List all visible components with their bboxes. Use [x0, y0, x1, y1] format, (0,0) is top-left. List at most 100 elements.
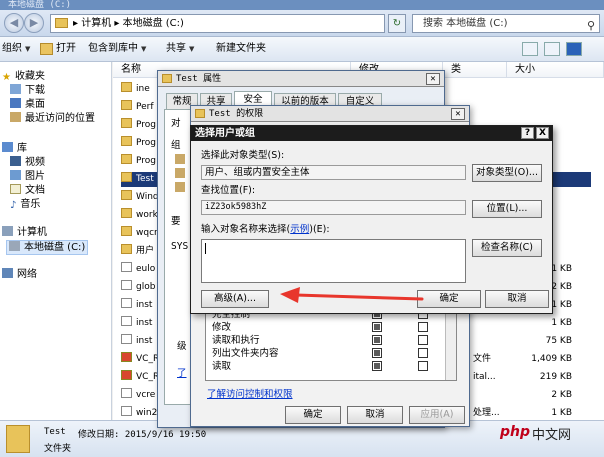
- breadcrumb-local-disk[interactable]: 本地磁盘 (C:): [123, 18, 184, 29]
- permissions-scrollbar[interactable]: [445, 312, 456, 380]
- file-icon: [121, 280, 132, 290]
- user-icon: [175, 154, 185, 164]
- close-icon[interactable]: X: [536, 127, 549, 139]
- back-button[interactable]: ◀: [4, 13, 24, 33]
- nav-desktop[interactable]: 桌面: [10, 98, 45, 111]
- document-icon: [10, 184, 21, 194]
- library-icon: [2, 142, 13, 152]
- address-field[interactable]: ▸ 计算机 ▸ 本地磁盘 (C:): [50, 14, 385, 33]
- open-button[interactable]: 打开: [56, 42, 76, 56]
- examples-link[interactable]: 示例: [290, 224, 309, 235]
- desktop-icon: [10, 98, 21, 108]
- window-title: 本地磁盘 (C:): [0, 0, 604, 10]
- file-name: Wind: [136, 192, 159, 202]
- properties-title: Test 属性: [176, 74, 222, 84]
- object-types-button[interactable]: 对象类型(O)...: [472, 164, 542, 182]
- file-name: eulo: [136, 264, 156, 274]
- new-folder-button[interactable]: 新建文件夹: [216, 42, 266, 56]
- file-name: inst: [136, 318, 153, 328]
- text-caret: [205, 243, 206, 254]
- help-icon[interactable]: ?: [521, 127, 534, 139]
- forward-button[interactable]: ▶: [24, 13, 44, 33]
- file-type: ital...: [473, 372, 496, 382]
- change-permissions-fragment: 要: [171, 216, 181, 227]
- download-icon: [10, 84, 21, 94]
- deny-checkbox[interactable]: [418, 348, 428, 358]
- nav-downloads[interactable]: 下载: [10, 84, 45, 97]
- location-label: 查找位置(F):: [201, 185, 256, 196]
- organize-button[interactable]: 组织 ▼: [2, 42, 30, 56]
- ok-button[interactable]: 确定: [285, 406, 341, 424]
- nav-favorites[interactable]: ★ 收藏夹: [2, 70, 45, 83]
- installer-icon: [121, 370, 132, 380]
- allow-checkbox[interactable]: [372, 322, 382, 332]
- breadcrumb-computer[interactable]: 计算机: [81, 18, 111, 29]
- file-icon: [121, 334, 132, 344]
- locations-button[interactable]: 位置(L)...: [472, 200, 542, 218]
- search-placeholder: 搜索 本地磁盘 (C:): [423, 18, 508, 29]
- allow-checkbox[interactable]: [372, 361, 382, 371]
- search-icon[interactable]: ⚲: [587, 17, 595, 34]
- address-bar-row: ◀ ▶ ▸ 计算机 ▸ 本地磁盘 (C:) ↻ 搜索 本地磁盘 (C:) ⚲: [0, 10, 604, 37]
- deny-checkbox[interactable]: [418, 322, 428, 332]
- arrow-shaft: [294, 293, 424, 301]
- permission-row: 列出文件夹内容: [212, 347, 279, 360]
- search-input[interactable]: 搜索 本地磁盘 (C:) ⚲: [412, 14, 600, 33]
- file-name: Test: [136, 174, 154, 184]
- view-options-icon[interactable]: [522, 42, 538, 56]
- folder-icon: [121, 82, 132, 92]
- include-in-library-button[interactable]: 包含到库中 ▼: [88, 42, 146, 56]
- deny-checkbox[interactable]: [418, 335, 428, 345]
- deny-checkbox[interactable]: [418, 361, 428, 371]
- share-button[interactable]: 共享 ▼: [166, 42, 194, 56]
- file-size: 2 KB: [551, 390, 572, 400]
- nav-network[interactable]: 网络: [2, 268, 37, 281]
- nav-music[interactable]: ♪ 音乐: [10, 198, 40, 211]
- select-cancel-button[interactable]: 取消: [485, 290, 549, 308]
- side-link[interactable]: 了: [177, 368, 187, 380]
- nav-local-disk[interactable]: 本地磁盘 (C:): [6, 240, 89, 255]
- preview-pane-icon[interactable]: [544, 42, 560, 56]
- nav-pictures[interactable]: 图片: [10, 170, 45, 183]
- file-name: win2: [136, 408, 158, 418]
- star-icon: ★: [2, 72, 11, 83]
- nav-documents[interactable]: 文档: [10, 184, 45, 197]
- column-header-size[interactable]: 大小: [507, 62, 604, 78]
- file-name: inst: [136, 300, 153, 310]
- folder-icon: [121, 100, 132, 110]
- allow-checkbox[interactable]: [372, 348, 382, 358]
- apply-button[interactable]: 应用(A): [409, 406, 465, 424]
- nav-computer[interactable]: 计算机: [2, 226, 47, 239]
- file-name: Prog: [136, 120, 156, 130]
- check-names-button[interactable]: 检查名称(C): [472, 239, 542, 257]
- help-icon[interactable]: [566, 42, 582, 56]
- file-type: 文件: [473, 354, 492, 364]
- file-icon: [121, 262, 132, 272]
- folder-icon: [121, 208, 132, 218]
- close-icon[interactable]: ✕: [426, 73, 440, 85]
- principal-fragment: SYS: [171, 241, 189, 252]
- music-icon: ♪: [10, 200, 17, 211]
- folder-icon: [195, 109, 205, 118]
- allow-checkbox[interactable]: [372, 335, 382, 345]
- permissions-title-bar: Test 的权限 ✕: [191, 106, 469, 122]
- nav-libraries[interactable]: 库: [2, 142, 27, 155]
- nav-recent[interactable]: 最近访问的位置: [10, 112, 95, 125]
- cancel-button[interactable]: 取消: [347, 406, 403, 424]
- folder-icon: [121, 136, 132, 146]
- refresh-icon[interactable]: ↻: [388, 14, 406, 33]
- folder-icon: [121, 154, 132, 164]
- select-users-title: 选择用户或组: [195, 128, 255, 139]
- advanced-button[interactable]: 高级(A)...: [201, 290, 269, 308]
- file-name: vcre: [136, 390, 156, 400]
- access-control-link[interactable]: 了解访问控制和权限: [207, 386, 293, 400]
- details-type: 文件夹: [44, 444, 72, 454]
- file-name: inst: [136, 336, 153, 346]
- file-size: 219 KB: [539, 372, 572, 382]
- nav-videos[interactable]: 视频: [10, 156, 45, 169]
- object-names-input[interactable]: [201, 239, 466, 283]
- column-header-type[interactable]: 类: [443, 62, 507, 78]
- object-name-fragment: 对: [171, 118, 181, 129]
- close-icon[interactable]: ✕: [451, 108, 465, 120]
- file-icon: [121, 298, 132, 308]
